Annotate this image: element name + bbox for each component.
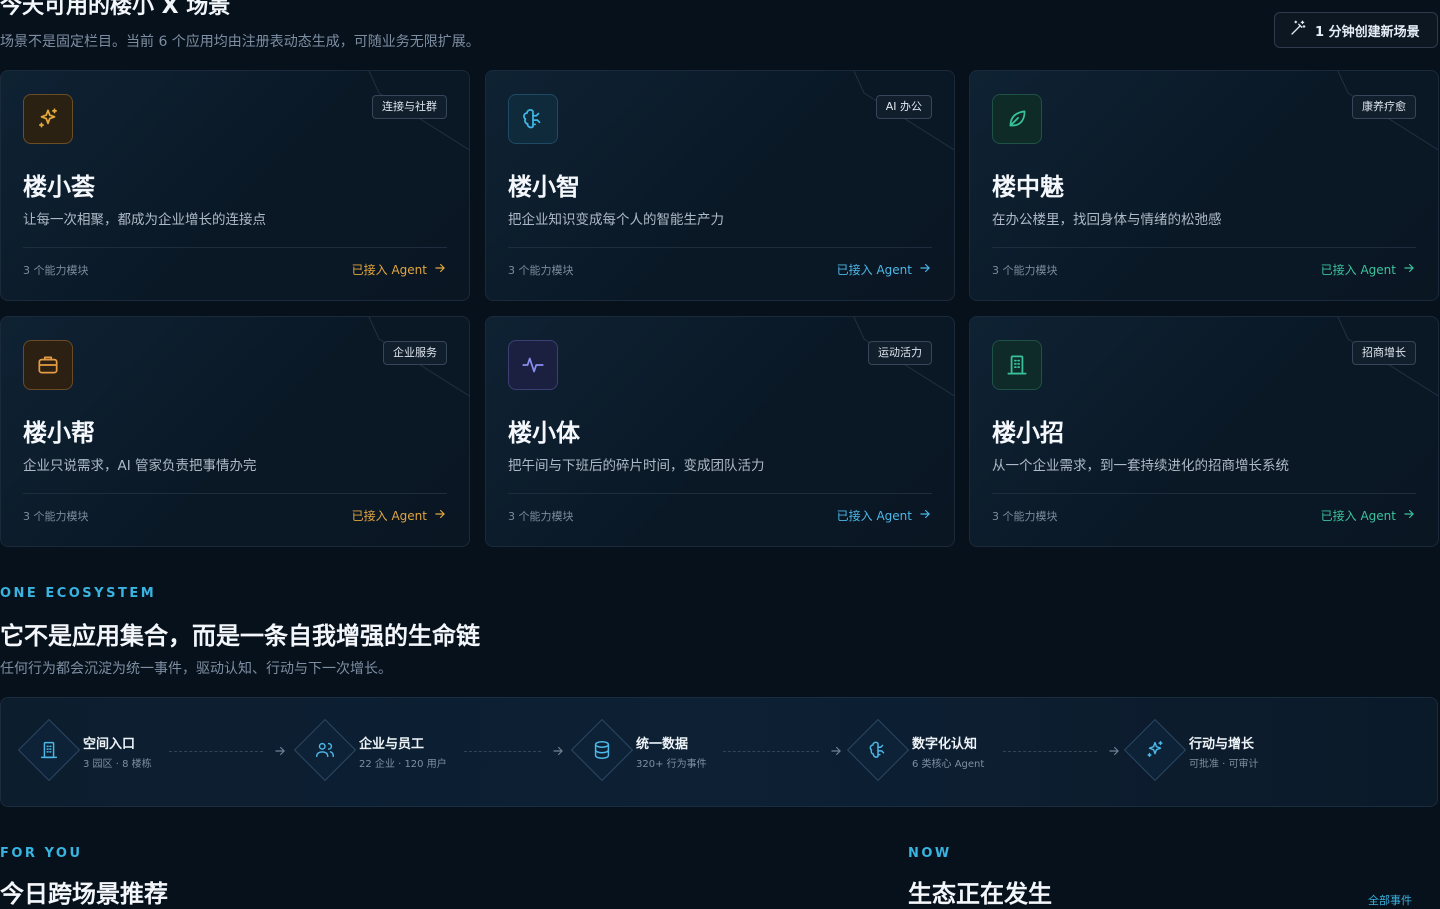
step-meta: 3 园区 · 8 楼栋 [83,759,152,770]
scene-description: 把企业知识变成每个人的智能生产力 [508,212,724,228]
scene-card[interactable]: 运动活力楼小体把午间与下班后的碎片时间，变成团队活力 3 个能力模块 已接入 Age… [485,316,955,547]
arrow-right-icon [918,261,932,278]
sparkles-icon [23,94,73,144]
step-title: 企业与员工 [359,737,425,752]
scene-name: 楼小体 [508,419,580,447]
arrow-right-icon [1402,261,1416,278]
scene-name: 楼中魅 [992,173,1064,201]
step-title: 数字化认知 [912,737,978,752]
chain-connector [1003,751,1097,753]
agent-link[interactable]: 已接入 Agent [352,261,447,278]
create-scene-button[interactable]: 1 分钟创建新场景 [1274,12,1438,48]
step-title: 统一数据 [636,737,689,752]
database-icon [586,734,618,766]
chain-step: 行动与增长可批准 · 可审计 [1123,718,1385,784]
agent-link[interactable]: 已接入 Agent [1321,261,1416,278]
agent-link[interactable]: 已接入 Agent [1321,507,1416,524]
all-events-link[interactable]: 全部事件 [1368,892,1412,908]
magic-wand-icon [1289,19,1307,41]
leaf-icon [992,94,1042,144]
step-meta: 6 类核心 Agent [912,759,985,770]
scene-card[interactable]: 招商增长楼小招从一个企业需求，到一套持续进化的招商增长系统 3 个能力模块 已接入 … [969,316,1439,547]
card-divider [23,247,447,248]
arrow-right-icon [1107,743,1121,759]
agent-link[interactable]: 已接入 Agent [837,507,932,524]
chain-connector [464,751,541,753]
scene-name: 楼小帮 [23,419,95,447]
brain-icon [862,734,894,766]
agent-link[interactable]: 已接入 Agent [837,261,932,278]
scene-description: 把午间与下班后的碎片时间，变成团队活力 [508,458,765,474]
category-tag: 连接与社群 [372,95,447,119]
step-meta: 320+ 行为事件 [636,759,707,770]
ecosystem-eyebrow: ONE ECOSYSTEM [0,586,157,601]
step-meta: 可批准 · 可审计 [1189,759,1259,770]
agent-label: 已接入 Agent [1320,509,1396,523]
agent-label: 已接入 Agent [1320,263,1396,277]
chain-connector [169,751,263,753]
now-title: 生态正在发生 [908,880,1052,908]
arrow-right-icon [1402,507,1416,524]
arrow-right-icon [918,507,932,524]
category-tag: 运动活力 [868,341,932,365]
scene-name: 楼小智 [508,173,580,201]
category-tag: 康养疗愈 [1352,95,1416,119]
module-count: 3 个能力模块 [508,264,574,277]
section-subtitle: 场景不是固定栏目。当前 6 个应用均由注册表动态生成，可随业务无限扩展。 [0,34,480,50]
create-scene-label: 1 分钟创建新场景 [1315,24,1420,40]
module-count: 3 个能力模块 [992,510,1058,523]
category-tag: 企业服务 [383,341,447,365]
scene-card[interactable]: 企业服务楼小帮企业只说需求，AI 管家负责把事情办完 3 个能力模块 已接入 Age… [0,316,470,547]
agent-label: 已接入 Agent [351,509,427,523]
agent-label: 已接入 Agent [836,509,912,523]
module-count: 3 个能力模块 [992,264,1058,277]
for-you-eyebrow: FOR YOU [0,846,83,861]
module-count: 3 个能力模块 [508,510,574,523]
now-eyebrow: NOW [908,846,952,861]
agent-link[interactable]: 已接入 Agent [352,507,447,524]
scene-card[interactable]: 连接与社群楼小荟让每一次相聚，都成为企业增长的连接点 3 个能力模块 已接入 Age… [0,70,470,301]
card-divider [992,493,1416,494]
step-title: 行动与增长 [1189,737,1255,752]
card-divider [508,493,932,494]
sparkles-icon [1139,734,1171,766]
module-count: 3 个能力模块 [23,510,89,523]
lifecycle-chain: 空间入口 3 园区 · 8 楼栋 企业与员工 22 企业 · 120 用户 统一数据 32… [0,697,1438,807]
category-tag: 招商增长 [1352,341,1416,365]
users-icon [309,734,341,766]
ecosystem-subtitle: 任何行为都会沉淀为统一事件，驱动认知、行动与下一次增长。 [0,661,392,677]
section-title: 今天可用的楼小 X 场景 [0,0,231,19]
arrow-right-icon [829,743,843,759]
scene-card[interactable]: AI 办公楼小智把企业知识变成每个人的智能生产力 3 个能力模块 已接入 Agent [485,70,955,301]
scene-name: 楼小招 [992,419,1064,447]
step-meta: 22 企业 · 120 用户 [359,759,447,770]
card-divider [508,247,932,248]
scene-card[interactable]: 康养疗愈楼中魅在办公楼里，找回身体与情绪的松弛感 3 个能力模块 已接入 Agent [969,70,1439,301]
scene-description: 在办公楼里，找回身体与情绪的松弛感 [992,212,1222,228]
building-icon [992,340,1042,390]
category-tag: AI 办公 [875,95,932,119]
agent-label: 已接入 Agent [836,263,912,277]
scene-description: 企业只说需求，AI 管家负责把事情办完 [23,458,257,474]
scene-name: 楼小荟 [23,173,95,201]
brain-icon [508,94,558,144]
chain-connector [723,751,819,753]
activity-icon [508,340,558,390]
arrow-right-icon [433,261,447,278]
arrow-right-icon [433,507,447,524]
for-you-title: 今日跨场景推荐 [0,880,168,908]
building-icon [33,734,65,766]
arrow-right-icon [551,743,565,759]
card-divider [23,493,447,494]
arrow-right-icon [273,743,287,759]
scene-description: 从一个企业需求，到一套持续进化的招商增长系统 [992,458,1289,474]
card-divider [992,247,1416,248]
briefcase-icon [23,340,73,390]
ecosystem-title: 它不是应用集合，而是一条自我增强的生命链 [0,622,480,650]
module-count: 3 个能力模块 [23,264,89,277]
agent-label: 已接入 Agent [351,263,427,277]
step-title: 空间入口 [83,737,136,752]
scene-description: 让每一次相聚，都成为企业增长的连接点 [23,212,266,228]
